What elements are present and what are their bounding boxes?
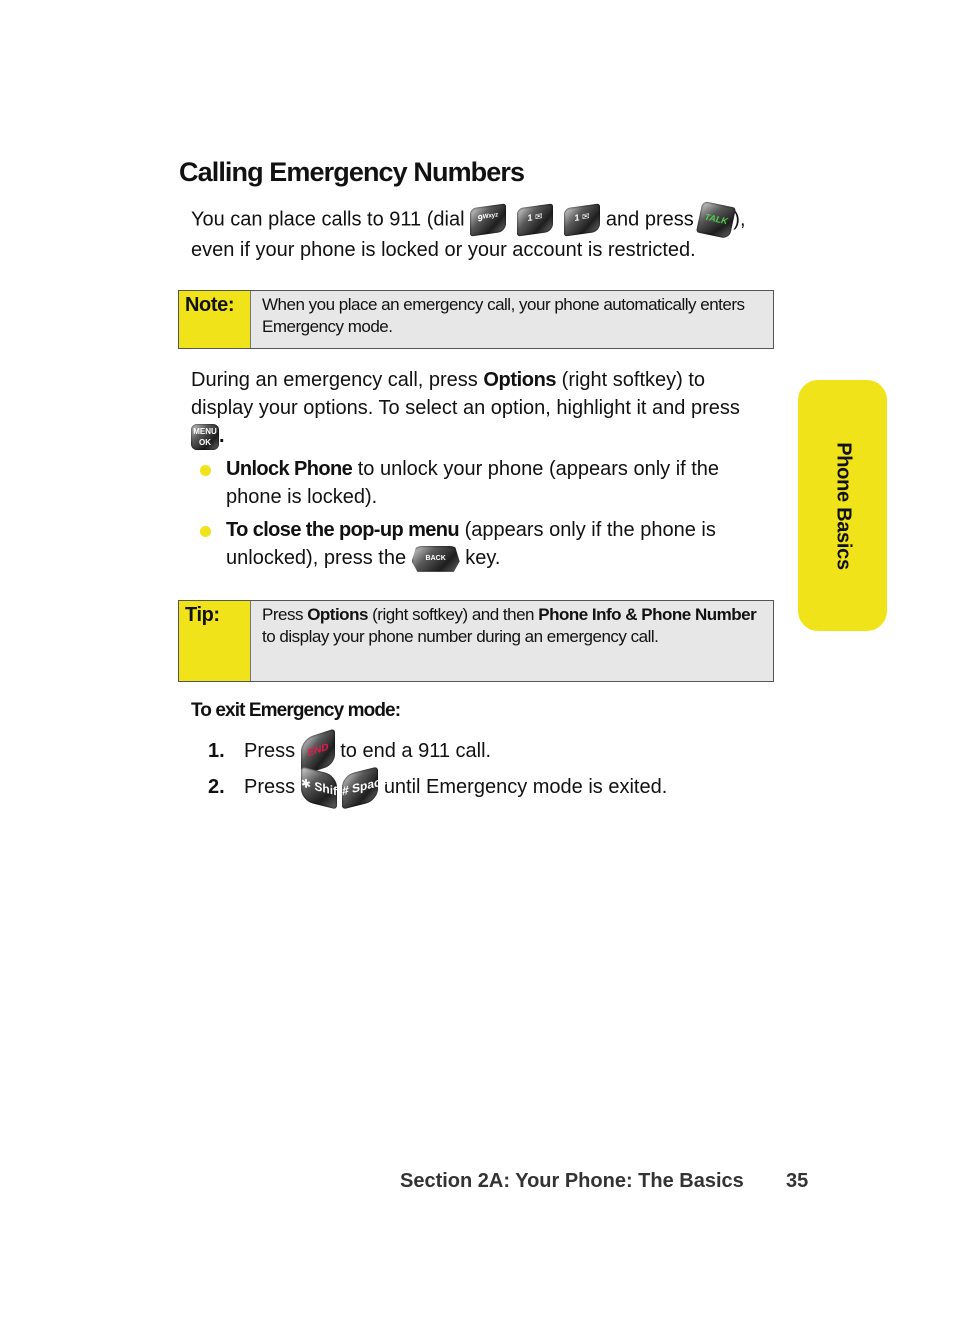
key-1-icon: 1 ✉ — [564, 203, 601, 237]
talk-key-icon: TALK — [696, 200, 737, 240]
bullet-icon — [200, 465, 211, 476]
bullet-term: To close the pop-up menu — [226, 519, 460, 541]
hash-space-key-icon: # Space — [342, 766, 388, 810]
bullet-text: key. — [459, 547, 501, 569]
key-1-icon: 1 ✉ — [517, 203, 554, 237]
bullet-term: Unlock Phone — [226, 458, 353, 480]
intro-text: You can place calls to 911 (dial — [191, 208, 471, 231]
key-9-icon: 9ᵂˣʸᶻ — [470, 203, 507, 237]
bullet-icon — [200, 526, 211, 537]
section-tab-label: Phone Basics — [832, 441, 854, 570]
step-text: Press — [244, 776, 301, 798]
period: . — [219, 425, 225, 447]
tip-text: Press Options (right softkey) and then P… — [262, 605, 757, 646]
step-text: until Emergency mode is exited. — [383, 776, 668, 798]
intro-text: even if your phone is locked or your acc… — [191, 239, 696, 261]
list-item: To close the pop-up menu (appears only i… — [200, 516, 766, 572]
step-number: 1. — [208, 740, 225, 762]
options-text: During an emergency call, press — [191, 369, 484, 391]
star-shift-key-icon: ✱ Shift — [300, 766, 341, 810]
section-tab: Phone Basics — [798, 380, 887, 631]
tip-label: Tip: — [179, 601, 251, 681]
step-number: 2. — [208, 776, 225, 798]
step-text: to end a 911 call. — [340, 740, 492, 762]
page-number: 35 — [786, 1170, 809, 1192]
exit-steps: 1. Press END to end a 911 call. 2. Press ✱… — [208, 728, 668, 810]
back-key-icon: BACK — [411, 545, 460, 572]
note-box: Note: When you place an emergency call, … — [178, 290, 774, 349]
step-item: 2. Press ✱ Shift # Space until Emergency … — [208, 766, 668, 810]
step-item: 1. Press END to end a 911 call. — [208, 728, 667, 776]
options-paragraph: During an emergency call, press Options … — [191, 366, 761, 450]
note-label: Note: — [179, 291, 251, 348]
options-list: Unlock Phone to unlock your phone (appea… — [200, 455, 766, 577]
exit-heading: To exit Emergency mode: — [191, 700, 401, 721]
intro-text: and press — [605, 208, 700, 231]
intro-paragraph: You can place calls to 911 (dial 9ᵂˣʸᶻ 1… — [191, 200, 791, 264]
list-item: Unlock Phone to unlock your phone (appea… — [200, 455, 766, 511]
options-term: Options — [483, 369, 557, 391]
page-title: Calling Emergency Numbers — [179, 157, 525, 187]
tip-box: Tip: Press Options (right softkey) and t… — [178, 600, 774, 682]
note-text: When you place an emergency call, your p… — [262, 295, 745, 336]
step-text: Press — [244, 740, 301, 762]
menu-ok-key-icon: MENU OK — [191, 423, 219, 450]
footer-section-title: Section 2A: Your Phone: The Basics — [400, 1170, 744, 1192]
page-footer: Section 2A: Your Phone: The Basics 35 — [400, 1170, 808, 1193]
